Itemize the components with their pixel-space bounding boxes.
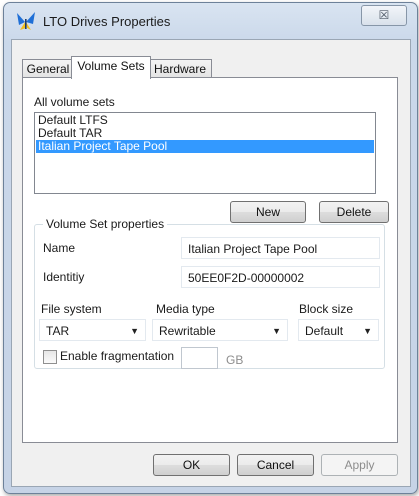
file-system-label: File system <box>41 302 102 316</box>
enable-fragmentation-label[interactable]: Enable fragmentation <box>60 349 174 363</box>
chevron-down-icon: ▼ <box>272 326 281 336</box>
title-bar[interactable]: LTO Drives Properties ☒ <box>4 3 417 39</box>
media-type-label: Media type <box>156 302 215 316</box>
volume-sets-panel: All volume sets Default LTFS Default TAR… <box>22 77 398 443</box>
media-type-value: Rewritable <box>159 324 216 338</box>
list-item-selected[interactable]: Italian Project Tape Pool <box>36 140 374 153</box>
gb-unit-label: GB <box>226 353 244 367</box>
identity-field[interactable]: 50EE0F2D-00000002 <box>181 266 380 288</box>
tab-hardware[interactable]: Hardware <box>148 59 212 79</box>
butterfly-icon <box>16 11 36 31</box>
tab-volume-sets[interactable]: Volume Sets <box>71 56 151 79</box>
new-button[interactable]: New <box>230 201 306 223</box>
volume-set-properties-group: Volume Set properties Name Italian Proje… <box>34 217 385 369</box>
block-size-label: Block size <box>299 302 354 316</box>
close-icon: ☒ <box>378 8 390 22</box>
dialog-client-area: General Volume Sets Hardware All volume … <box>11 39 411 487</box>
volume-sets-list[interactable]: Default LTFS Default TAR Italian Project… <box>34 112 376 194</box>
name-field[interactable]: Italian Project Tape Pool <box>181 237 380 259</box>
all-volume-sets-label: All volume sets <box>34 95 115 109</box>
file-system-select[interactable]: TAR ▼ <box>39 319 146 341</box>
window-title: LTO Drives Properties <box>43 14 171 29</box>
ok-button[interactable]: OK <box>153 454 230 476</box>
name-label: Name <box>43 241 76 255</box>
fragmentation-size-input[interactable] <box>181 347 218 369</box>
chevron-down-icon: ▼ <box>130 326 139 336</box>
delete-button[interactable]: Delete <box>319 201 389 223</box>
tab-general[interactable]: General <box>22 59 74 79</box>
close-button[interactable]: ☒ <box>361 5 407 26</box>
media-type-select[interactable]: Rewritable ▼ <box>152 319 288 341</box>
properties-dialog: LTO Drives Properties ☒ General Volume S… <box>3 2 418 494</box>
cancel-button[interactable]: Cancel <box>237 454 314 476</box>
file-system-value: TAR <box>46 324 70 338</box>
enable-fragmentation-checkbox[interactable] <box>43 350 57 364</box>
chevron-down-icon: ▼ <box>363 326 372 336</box>
identity-label: Identitiy <box>43 270 85 284</box>
block-size-value: Default <box>305 324 344 338</box>
group-title: Volume Set properties <box>43 217 168 231</box>
apply-button[interactable]: Apply <box>321 454 398 476</box>
block-size-select[interactable]: Default ▼ <box>298 319 379 341</box>
